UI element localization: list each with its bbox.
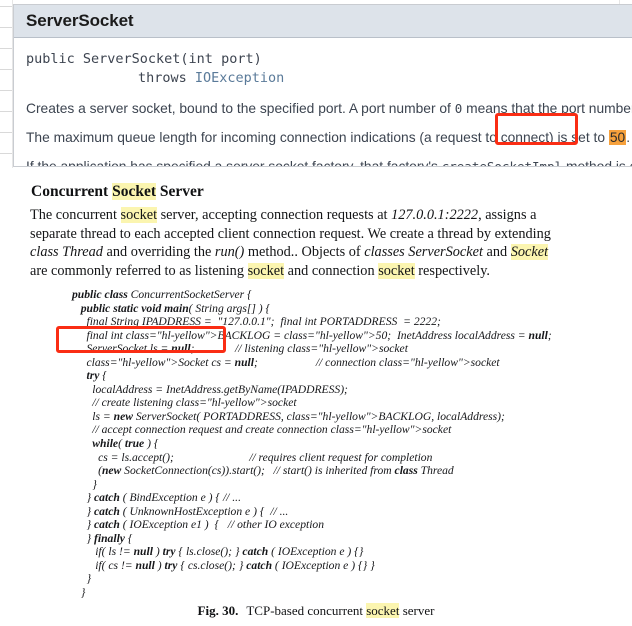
figure-caption: Fig. 30. TCP-based concurrent socket serv… [0,603,632,619]
ruler-tick [0,153,12,154]
ruler-tick [0,111,12,112]
paragraph-creates-text-a: Creates a server socket, bound to the sp… [26,101,455,116]
figure-heading-highlight: Socket [112,183,157,200]
code-line: } [72,477,97,491]
figure-intro-line: separate thread to each accepted client … [30,225,551,242]
paragraph-factory-text-a: If the application has specified a serve… [26,159,442,167]
figure-heading-pre: Concurrent [31,183,113,200]
code-line: public static void main( String args[] )… [80,301,271,315]
code-line: class="hl-yellow">Socket cs = null; // c… [86,355,500,369]
code-line: // accept connection request and create … [72,423,452,437]
signature-exception-type: IOException [194,70,285,86]
paragraph-factory-method: createSocketImpl [441,159,563,167]
code-line: } catch ( IOException e1 ) { // other IO… [72,518,325,532]
figure-intro-line: The concurrent socket server, accepting … [30,207,537,223]
signature-throws-keyword: throws [138,70,195,86]
figure-intro-line: are commonly referred to as listening so… [30,262,491,279]
figure-caption-highlight: socket [366,603,400,618]
figure-heading: Concurrent Socket Server [31,183,204,201]
method-signature: public ServerSocket(int port) throws IOEx… [26,50,632,88]
panel-body: public ServerSocket(int port) throws IOEx… [14,38,632,167]
annotation-rectangle-backlog-doc [495,113,578,145]
panel-header: ServerSocket [14,5,632,38]
figure-intro-paragraph: The concurrent socket server, accepting … [30,206,600,280]
figure-scan: Concurrent Socket Server The concurrent … [0,176,632,626]
code-line: try { [86,369,107,383]
figure-caption-label: Fig. 30. [197,603,239,618]
code-line: } catch ( BindException e ) { // ... [72,491,241,505]
annotation-rectangle-backlog-code [56,326,226,353]
code-line: if( ls != null ) try { ls.close(); } cat… [72,545,364,559]
figure-intro-line: class Thread and overriding the run() me… [30,244,549,260]
code-line: } [72,572,92,586]
figure-heading-post: Server [156,183,204,200]
code-line: cs = ls.accept(); // requires client req… [72,450,433,464]
ruler-tick [0,90,12,91]
ruler-tick [0,132,12,133]
ruler-tick [0,6,12,7]
paragraph-max-queue-text-b: . If a c [626,130,632,145]
code-line: while( true ) { [92,437,159,451]
code-line: (new SocketConnection(cs)).start(); // s… [72,464,454,478]
signature-line-1: public ServerSocket(int port) [26,51,262,67]
backlog-value-highlight: 50 [608,130,627,145]
figure-caption-pre: TCP-based concurrent [246,603,367,618]
ruler-tick [0,48,12,49]
page-title: ServerSocket [26,11,134,30]
ruler-tick [0,27,12,28]
paragraph-factory-text-b: method is calle [565,159,632,167]
code-line: } [72,586,86,600]
code-line: // create listening class="hl-yellow">so… [72,396,297,410]
code-line: } catch ( UnknownHostException e ) { // … [72,504,289,518]
code-line: localAddress = InetAddress.getByName(IPA… [72,382,348,396]
figure-caption-post: server [399,603,435,618]
paragraph-factory: If the application has specified a serve… [26,159,632,167]
panel-clip-mask [0,168,632,180]
code-line: ls = new ServerSocket( PORTADDRESS, clas… [72,409,505,423]
ruler-tick [0,69,12,70]
code-line: if( cs != null ) try { cs.close(); } cat… [72,558,375,572]
code-line: public class ConcurrentSocketServer { [72,288,252,301]
code-line: } finally { [72,531,133,545]
